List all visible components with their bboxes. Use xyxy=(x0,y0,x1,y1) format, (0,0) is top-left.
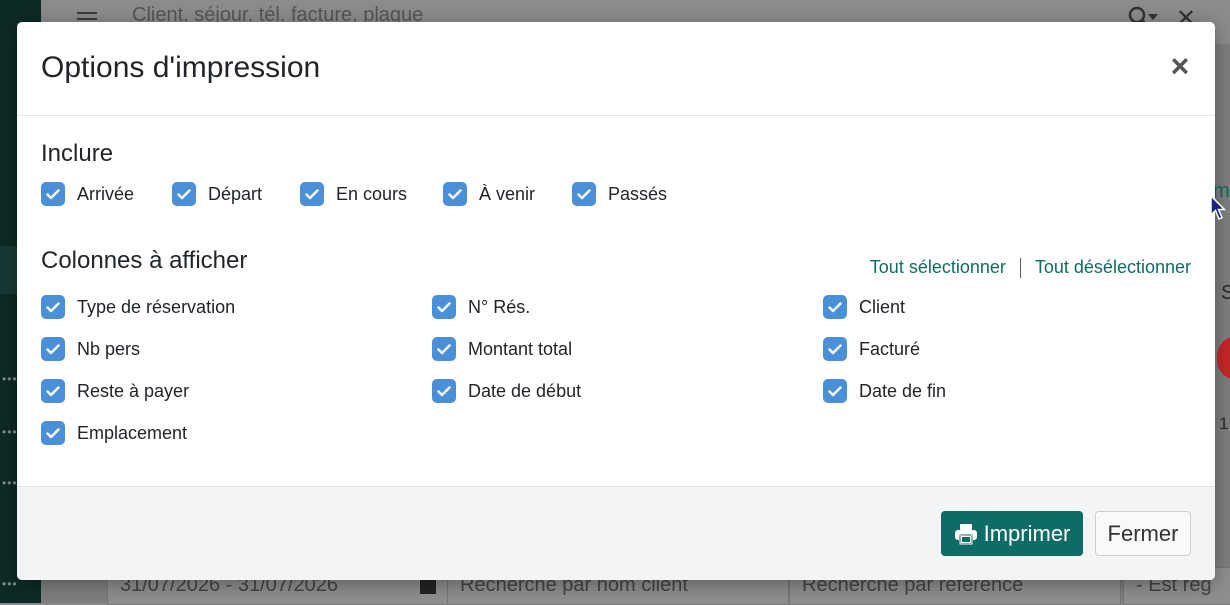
column-option[interactable]: Date de début xyxy=(432,379,581,403)
print-button[interactable]: Imprimer xyxy=(941,511,1083,556)
checkbox-label: Départ xyxy=(208,183,263,204)
printer-icon xyxy=(954,523,977,545)
include-option-passes[interactable]: Passés xyxy=(572,182,667,206)
checkbox-label: N° Rés. xyxy=(468,296,531,317)
columns-section-title: Colonnes à afficher xyxy=(41,247,248,274)
selection-links: Tout sélectionner Tout désélectionner xyxy=(870,257,1191,278)
sidebar-dots-icon: ••• xyxy=(2,476,18,490)
column-option[interactable]: N° Rés. xyxy=(432,295,530,319)
checkbox-label: Date de début xyxy=(468,380,582,401)
sidebar-dots-icon: ••• xyxy=(2,372,18,386)
sidebar-dots-icon: ••• xyxy=(2,425,18,439)
checkbox-label: Type de réservation xyxy=(77,296,236,317)
print-options-modal: Options d'impression × Inclure Arrivée D… xyxy=(17,22,1215,580)
checkbox-checked-icon[interactable] xyxy=(432,379,456,403)
checkbox-checked-icon[interactable] xyxy=(572,182,596,206)
include-option-arrivee[interactable]: Arrivée xyxy=(41,182,134,206)
checkbox-checked-icon[interactable] xyxy=(823,379,847,403)
checkbox-checked-icon[interactable] xyxy=(432,295,456,319)
bg-accent-mark xyxy=(1217,336,1230,380)
mouse-cursor-icon xyxy=(1210,195,1226,221)
column-option[interactable]: Date de fin xyxy=(823,379,946,403)
checkbox-checked-icon[interactable] xyxy=(823,295,847,319)
modal-header: Options d'impression × xyxy=(17,22,1215,116)
column-option[interactable]: Type de réservation xyxy=(41,295,235,319)
column-option[interactable]: Montant total xyxy=(432,337,572,361)
checkbox-checked-icon[interactable] xyxy=(41,421,65,445)
checkbox-checked-icon[interactable] xyxy=(41,337,65,361)
modal-title: Options d'impression xyxy=(41,51,321,84)
column-option[interactable]: Client xyxy=(823,295,905,319)
calendar-icon[interactable] xyxy=(420,578,436,594)
checkbox-label: Client xyxy=(859,296,906,317)
checkbox-label: Facturé xyxy=(859,338,921,359)
checkbox-label: Emplacement xyxy=(77,422,188,443)
sidebar-dots-icon: ••• xyxy=(2,577,18,591)
checkbox-checked-icon[interactable] xyxy=(443,182,467,206)
bg-fragment: S xyxy=(1221,282,1230,304)
checkbox-label: En cours xyxy=(336,183,408,204)
column-option[interactable]: Nb pers xyxy=(41,337,140,361)
include-option-en-cours[interactable]: En cours xyxy=(300,182,407,206)
close-button[interactable]: Fermer xyxy=(1095,511,1191,556)
checkbox-label: Arrivée xyxy=(77,183,135,204)
checkbox-label: Reste à payer xyxy=(77,380,190,401)
checkbox-checked-icon[interactable] xyxy=(823,337,847,361)
checkbox-checked-icon[interactable] xyxy=(41,379,65,403)
include-option-a-venir[interactable]: À venir xyxy=(443,182,535,206)
checkbox-checked-icon[interactable] xyxy=(172,182,196,206)
checkbox-label: À venir xyxy=(479,183,536,204)
checkbox-checked-icon[interactable] xyxy=(300,182,324,206)
checkbox-label: Date de fin xyxy=(859,380,947,401)
column-option[interactable]: Reste à payer xyxy=(41,379,189,403)
link-divider xyxy=(1019,257,1021,278)
bg-fragment: 1 xyxy=(1219,414,1229,433)
chevron-down-icon[interactable] xyxy=(1148,14,1158,20)
column-option[interactable]: Emplacement xyxy=(41,421,187,445)
print-button-label: Imprimer xyxy=(983,520,1071,546)
checkbox-label: Montant total xyxy=(468,338,573,359)
checkbox-checked-icon[interactable] xyxy=(41,182,65,206)
checkbox-label: Nb pers xyxy=(77,338,141,359)
include-option-depart[interactable]: Départ xyxy=(172,182,262,206)
checkbox-label: Passés xyxy=(608,183,668,204)
checkbox-checked-icon[interactable] xyxy=(41,295,65,319)
close-icon[interactable]: × xyxy=(1167,50,1193,82)
column-option[interactable]: Facturé xyxy=(823,337,920,361)
checkbox-checked-icon[interactable] xyxy=(432,337,456,361)
select-all-link[interactable]: Tout sélectionner xyxy=(870,257,1006,278)
modal-footer: Imprimer Fermer xyxy=(17,486,1215,580)
deselect-all-link[interactable]: Tout désélectionner xyxy=(1035,257,1191,278)
include-section-title: Inclure xyxy=(41,140,114,167)
